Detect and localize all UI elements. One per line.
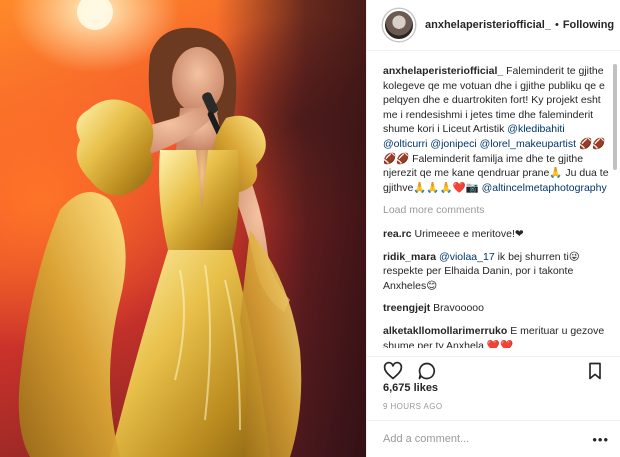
comment-username[interactable]: ridik_mara <box>383 251 436 263</box>
comment-item: treengjejt Bravooooo <box>383 301 609 316</box>
action-bar <box>367 356 620 381</box>
mention-link[interactable]: @olticurri <box>383 138 428 150</box>
likes-count[interactable]: 6,675 likes <box>383 382 438 394</box>
more-options-icon[interactable]: ••• <box>592 432 609 447</box>
comment-item: alketakllomollarimerruko E merituar u ge… <box>383 324 609 348</box>
comment-username[interactable]: alketakllomollarimerruko <box>383 325 507 337</box>
header-username[interactable]: anxhelaperisteriofficial_ <box>425 19 551 31</box>
following-button[interactable]: Following <box>563 19 614 31</box>
singer-illustration <box>18 0 302 457</box>
add-comment-bar: Add a comment... ••• <box>367 420 620 457</box>
header-separator: • <box>554 19 559 31</box>
post-header: anxhelaperisteriofficial_ • Following <box>367 0 620 51</box>
mention-link[interactable]: @kledibahiti <box>507 123 564 135</box>
mention-link[interactable]: @violaa_17 <box>439 251 495 263</box>
mention-link[interactable]: @altincelmetaphotography <box>482 182 607 194</box>
mention-link[interactable]: @lorel_makeupartist <box>480 138 576 150</box>
comment-item: ridik_mara @violaa_17 ik bej shurren ti😜… <box>383 250 609 294</box>
avatar[interactable] <box>383 9 415 41</box>
load-more-comments-link[interactable]: Load more comments <box>383 203 609 218</box>
comments-scrollbar[interactable] <box>613 64 617 170</box>
post-caption: anxhelaperisteriofficial_ Faleminderit t… <box>383 64 609 195</box>
comment-item: rea.rc Urimeeee e meritove!❤ <box>383 227 609 242</box>
comment-icon[interactable] <box>417 361 437 381</box>
instagram-post: anxhelaperisteriofficial_ • Following an… <box>0 0 620 457</box>
bookmark-icon[interactable] <box>585 361 605 381</box>
comment-text: Urimeeee e meritove!❤ <box>411 227 524 240</box>
add-comment-input[interactable]: Add a comment... <box>383 433 592 445</box>
post-timestamp: 9 HOURS AGO <box>383 402 443 411</box>
post-photo[interactable] <box>0 0 366 457</box>
heart-icon[interactable] <box>383 361 403 381</box>
comments-list[interactable]: anxhelaperisteriofficial_ Faleminderit t… <box>383 64 609 348</box>
mention-link[interactable]: @jonipeci <box>430 138 476 150</box>
comment-username[interactable]: treengjejt <box>383 302 430 314</box>
post-side-panel: anxhelaperisteriofficial_ • Following an… <box>366 0 620 457</box>
caption-username[interactable]: anxhelaperisteriofficial_ <box>383 65 503 77</box>
comment-text: Bravooooo <box>430 302 484 315</box>
comment-username[interactable]: rea.rc <box>383 228 412 240</box>
